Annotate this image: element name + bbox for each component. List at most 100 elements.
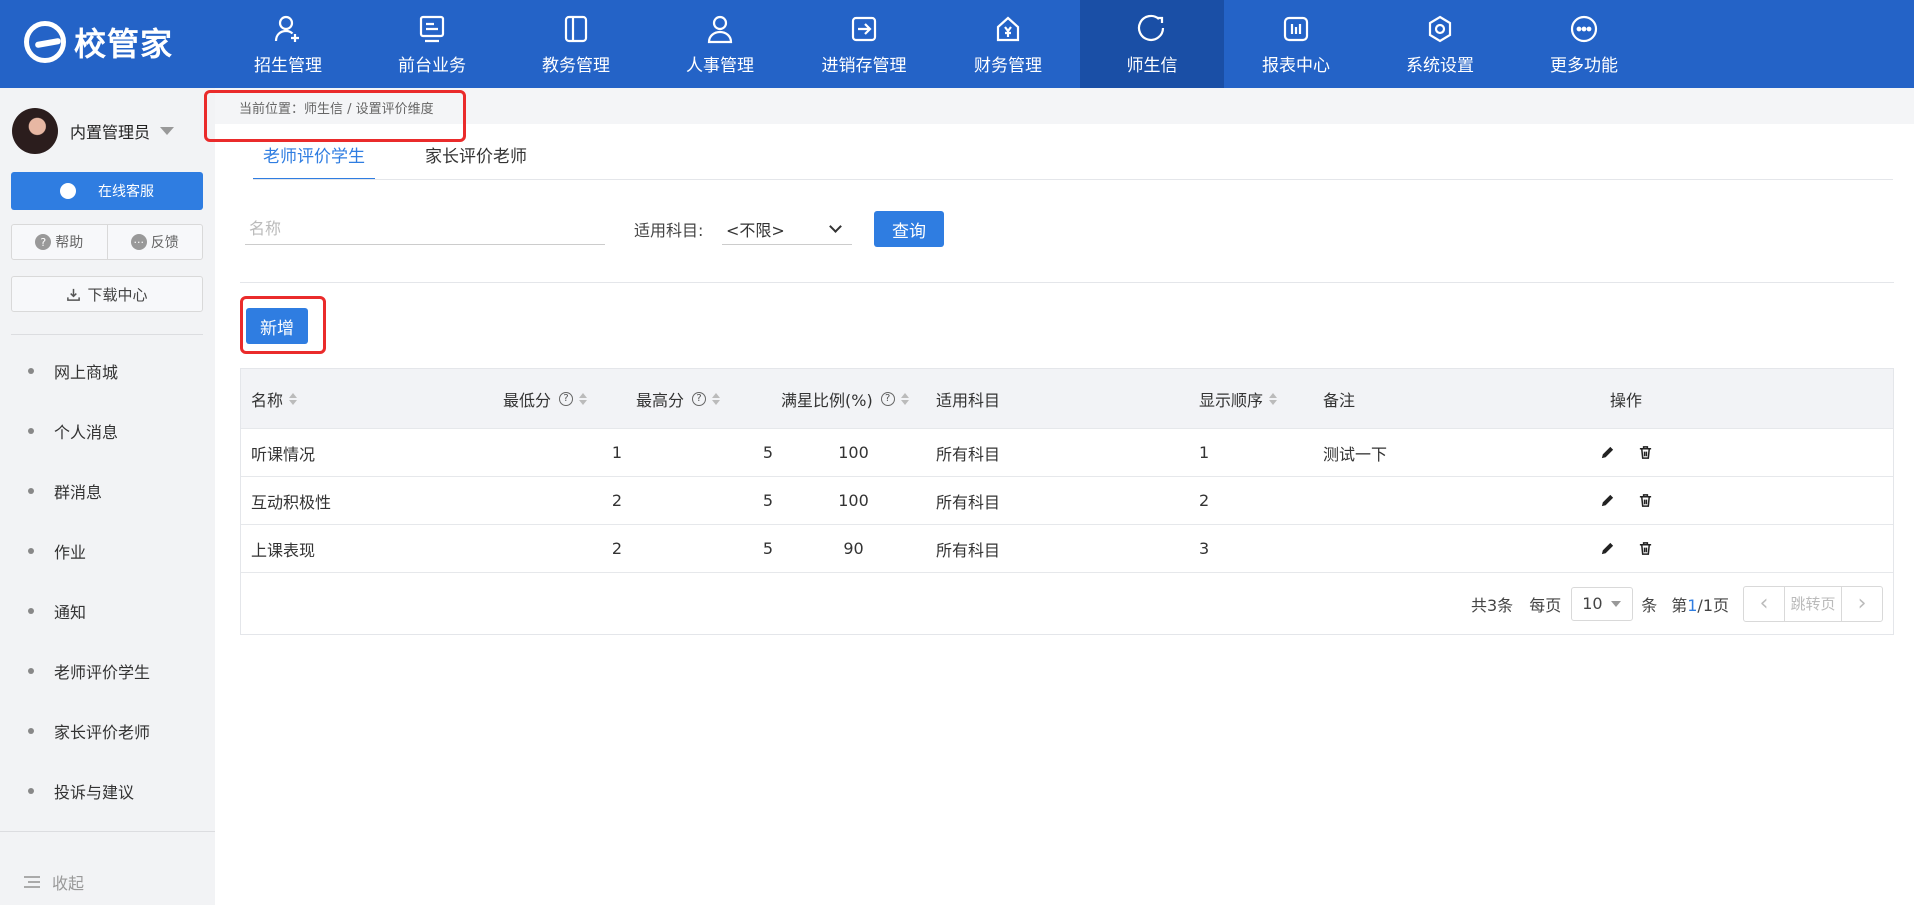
header-display-order[interactable]: 显示顺序 <box>1191 369 1323 428</box>
header-label: 备注 <box>1323 390 1356 410</box>
chevron-right-icon[interactable]: › <box>1842 587 1882 621</box>
cell-actions <box>1561 525 1691 572</box>
header-note: 备注 <box>1323 369 1561 428</box>
sidebar-item-label: 投诉与建议 <box>54 783 135 802</box>
header-name[interactable]: 名称 <box>241 369 491 428</box>
header-actions: 操作 <box>1561 369 1691 428</box>
sidebar-item-notices[interactable]: 通知 <box>0 581 215 641</box>
nav-item-recruit[interactable]: 招生管理 <box>216 0 360 88</box>
question-icon: ? <box>35 234 52 250</box>
cell-subject: 所有科目 <box>936 492 1001 512</box>
tab-teacher-evaluates-student[interactable]: 老师评价学生 <box>253 128 375 180</box>
sidebar-item-online-mall[interactable]: 网上商城 <box>0 341 215 401</box>
header-label: 适用科目 <box>936 390 1001 410</box>
bullet-icon <box>28 488 34 494</box>
pager: ‹ 跳转页 › <box>1743 585 1883 622</box>
subject-select-value: <不限> <box>726 220 785 240</box>
sidebar-item-label: 群消息 <box>54 483 103 502</box>
monitor-icon <box>416 13 448 45</box>
sidebar-item-homework[interactable]: 作业 <box>0 521 215 581</box>
cell-full-star-ratio: 100 <box>838 443 869 462</box>
settings-hex-icon <box>1424 13 1456 45</box>
header-max-score[interactable]: 最高分? <box>636 369 781 428</box>
filter-divider <box>240 282 1894 283</box>
cell-full-star-ratio: 100 <box>838 491 869 510</box>
help-button[interactable]: ? 帮助 <box>12 225 108 259</box>
bar-chart-icon <box>1280 13 1312 45</box>
tab-parent-evaluates-teacher[interactable]: 家长评价老师 <box>415 128 537 180</box>
sidebar-item-personal-messages[interactable]: 个人消息 <box>0 401 215 461</box>
cell-name: 听课情况 <box>251 444 316 464</box>
dimension-table: 名称 最低分? 最高分? 满星比例(%)? 适用科目 显示顺序 备注 操作 听课… <box>240 368 1894 635</box>
cell-note: 测试一下 <box>1323 444 1388 464</box>
cell-name: 互动积极性 <box>251 492 332 512</box>
arrow-in-box-icon <box>848 13 880 45</box>
subject-select[interactable]: <不限> <box>722 213 852 245</box>
header-full-star-ratio[interactable]: 满星比例(%)? <box>781 369 926 428</box>
sidebar-item-parent-evaluates-teacher[interactable]: 家长评价老师 <box>0 701 215 761</box>
online-service-button[interactable]: 在线客服 <box>11 172 203 210</box>
delete-icon[interactable] <box>1636 540 1654 558</box>
header-min-score[interactable]: 最低分? <box>491 369 636 428</box>
delete-icon[interactable] <box>1636 492 1654 510</box>
jump-page-button[interactable]: 跳转页 <box>1784 586 1842 621</box>
sidebar-item-complaints[interactable]: 投诉与建议 <box>0 761 215 821</box>
top-navbar: 校管家 招生管理 前台业务 教务管理 人事管理 进销存管理 财务管理 师生信 报… <box>0 0 1914 88</box>
question-icon[interactable]: ? <box>692 391 707 406</box>
nav-item-reports[interactable]: 报表中心 <box>1224 0 1368 88</box>
bullet-icon <box>28 668 34 674</box>
tabs: 老师评价学生 家长评价老师 <box>253 128 577 180</box>
download-center-button[interactable]: 下载中心 <box>11 276 203 312</box>
query-button[interactable]: 查询 <box>874 211 944 247</box>
question-icon[interactable]: ? <box>559 391 574 406</box>
nav-item-more[interactable]: 更多功能 <box>1512 0 1656 88</box>
nav-item-messaging[interactable]: 师生信 <box>1080 0 1224 88</box>
online-service-label: 在线客服 <box>98 184 154 200</box>
sidebar-menu: 网上商城 个人消息 群消息 作业 通知 老师评价学生 家长评价老师 投诉与建议 <box>0 341 215 821</box>
delete-icon[interactable] <box>1636 444 1654 462</box>
page-indicator: 第1/1页 <box>1671 595 1729 615</box>
table-row: 互动积极性 2 5 100 所有科目 2 <box>241 476 1893 524</box>
nav-label: 财务管理 <box>974 55 1042 76</box>
nav-label: 招生管理 <box>254 55 322 76</box>
avatar <box>12 108 58 154</box>
sidebar-item-label: 网上商城 <box>54 363 119 382</box>
cell-note <box>1323 525 1561 572</box>
name-search-input[interactable] <box>245 213 605 245</box>
nav-item-settings[interactable]: 系统设置 <box>1368 0 1512 88</box>
sidebar-item-group-messages[interactable]: 群消息 <box>0 461 215 521</box>
edit-icon[interactable] <box>1598 540 1616 558</box>
sidebar-item-teacher-evaluates-student[interactable]: 老师评价学生 <box>0 641 215 701</box>
nav-item-academic[interactable]: 教务管理 <box>504 0 648 88</box>
question-icon[interactable]: ? <box>880 391 895 406</box>
sort-icon <box>1269 392 1278 405</box>
feedback-button[interactable]: ··· 反馈 <box>108 225 203 259</box>
subject-filter-label: 适用科目: <box>634 221 704 240</box>
cell-full-star-ratio: 90 <box>843 539 864 558</box>
cell-min-score: 1 <box>611 443 622 462</box>
table-row: 听课情况 1 5 100 所有科目 1 测试一下 <box>241 428 1893 476</box>
sidebar-item-label: 老师评价学生 <box>54 663 151 682</box>
more-dots-icon <box>1568 13 1600 45</box>
nav-item-front-desk[interactable]: 前台业务 <box>360 0 504 88</box>
cell-subject: 所有科目 <box>936 444 1001 464</box>
edit-icon[interactable] <box>1598 492 1616 510</box>
header-label: 操作 <box>1609 390 1642 410</box>
person-icon <box>704 13 736 45</box>
nav-item-hr[interactable]: 人事管理 <box>648 0 792 88</box>
page-size-select[interactable]: 10 <box>1571 586 1634 621</box>
sort-icon <box>900 392 909 405</box>
sidebar-item-label: 通知 <box>54 603 87 622</box>
header-label: 名称 <box>251 390 284 410</box>
cell-subject: 所有科目 <box>936 540 1001 560</box>
nav-label: 进销存管理 <box>821 55 907 76</box>
user-menu[interactable]: 内置管理员 <box>12 108 175 154</box>
nav-label: 系统设置 <box>1406 55 1474 76</box>
chevron-left-icon[interactable]: ‹ <box>1744 587 1784 621</box>
edit-icon[interactable] <box>1598 444 1616 462</box>
logo[interactable]: 校管家 <box>24 18 173 66</box>
nav-item-finance[interactable]: 财务管理 <box>936 0 1080 88</box>
download-center-label: 下载中心 <box>87 285 148 304</box>
collapse-button[interactable]: 收起 <box>24 870 84 894</box>
nav-item-inventory[interactable]: 进销存管理 <box>792 0 936 88</box>
